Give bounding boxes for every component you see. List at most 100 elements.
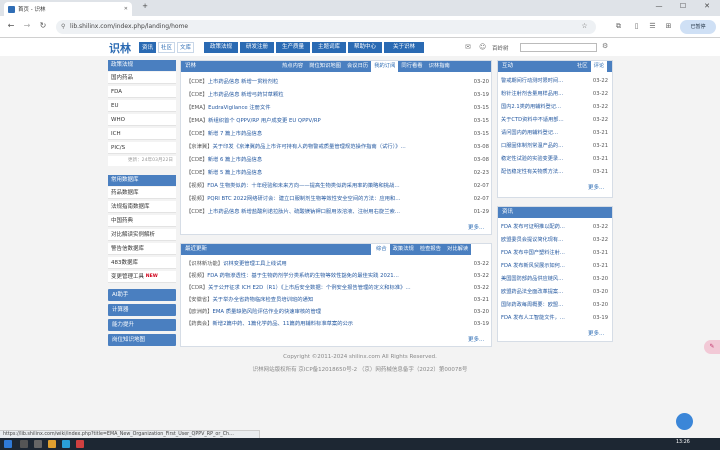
left-item-domestic[interactable]: 国内药品 [108, 72, 176, 84]
list-item[interactable]: 【EMA】EudraVigilance 注册文件 [186, 103, 458, 113]
left-item-warning-letter[interactable]: 警告信数据库 [108, 243, 176, 255]
recent-more-link[interactable]: 更多... [468, 335, 484, 343]
back-icon[interactable]: ← [6, 21, 16, 30]
list-item[interactable]: FDA 发布新风贸展示如何… [501, 261, 587, 272]
list-item[interactable]: 【CDE】上市药品信息 新增弓药甘草颗粒 [186, 90, 458, 100]
maximize-button[interactable]: ☐ [674, 2, 692, 10]
list-item[interactable]: 【CDR】关于公开征求 ICH E2D（R1）《上市后安全数据：个例安全报告管理… [186, 283, 458, 293]
list-item[interactable]: 【药典会】新增2篇中药、1篇化学药品、11篇药用辅料标准草案的公示 [186, 319, 458, 329]
settings-gear-icon[interactable]: ⚙ [602, 42, 608, 50]
windows-start-icon[interactable] [4, 440, 12, 448]
split-screen-icon[interactable]: ▯ [632, 22, 641, 31]
nav-rd[interactable]: 研发注册 [240, 42, 274, 53]
left-item-pharmacopoeia[interactable]: 中国药典 [108, 215, 176, 227]
tab-calendar[interactable]: 会议日历 [344, 61, 371, 72]
mail-icon[interactable]: ✉ [465, 43, 471, 51]
list-item[interactable]: 【CDE】新增 5 篇上市药品信息 [186, 168, 458, 178]
left-item-eu[interactable]: EU [108, 100, 176, 112]
header-tab-zixun[interactable]: 资讯 [139, 42, 156, 53]
skill-up-button[interactable]: 能力提升 [108, 319, 176, 331]
list-item[interactable]: 配伍稳定性有关物质方法… [501, 167, 587, 178]
list-item[interactable]: 国内2.1类药用辅料登记… [501, 102, 587, 113]
list-item[interactable]: 【视频】FDA 生物类似药：十年经验和未来方向——提高生物类似药采用率的策略和挑… [186, 181, 458, 191]
site-logo[interactable]: 识林 [109, 40, 131, 56]
nav-about[interactable]: 关于识林 [384, 42, 424, 53]
new-tab-button[interactable]: + [136, 2, 154, 10]
list-item[interactable]: 国际药政每周概要：欧盟… [501, 300, 587, 311]
list-item[interactable]: 【CDE】新增 6 篇上市药品信息 [186, 155, 458, 165]
left-group-db-title[interactable]: 常用数据库 [108, 175, 176, 186]
list-item[interactable]: 【京津冀】关于印发《京津冀药品上市许可持有人药物警戒质量管理规范操作指南（试行）… [186, 142, 458, 152]
header-tab-community[interactable]: 社区 [158, 42, 175, 53]
main-more-link[interactable]: 更多... [468, 223, 484, 231]
extensions-icon[interactable]: ⧉ [614, 22, 623, 31]
taskbar-app-icon[interactable] [34, 440, 42, 448]
recent-tab-policy[interactable]: 政策法规 [390, 244, 417, 255]
url-field[interactable]: ⚲ lib.shilinx.com/index.php/landing/home [56, 20, 596, 34]
header-tab-library[interactable]: 文库 [177, 42, 194, 53]
search-input[interactable] [520, 43, 597, 52]
list-item[interactable]: 【视频】PQRI BTC 2022网络研讨会：建立口服制剂生物等效性安全空间的方… [186, 194, 458, 204]
refresh-icon[interactable]: ↻ [38, 21, 48, 30]
left-item-pics[interactable]: PIC/S [108, 142, 176, 154]
list-item[interactable]: 稳定性试验的实验变更录… [501, 154, 587, 165]
interaction-tab-comments[interactable]: 评论 [590, 61, 608, 72]
forward-icon[interactable]: → [22, 21, 32, 30]
username[interactable]: 百岭树 [492, 44, 509, 52]
left-item-comparison[interactable]: 对比解读实例解析 [108, 229, 176, 241]
list-item[interactable]: 警戒期间行动测时限时间… [501, 76, 587, 87]
tab-subscriptions[interactable]: 我的订阅 [371, 61, 399, 72]
favorites-icon[interactable]: ☰ [648, 22, 657, 31]
list-item[interactable]: 请问国内药用辅料登记… [501, 128, 587, 139]
nav-help[interactable]: 帮助中心 [348, 42, 382, 53]
floating-chat-button[interactable] [676, 413, 693, 430]
list-item[interactable]: 【识林新功能】识林变更管理工具上线试用 [186, 259, 458, 269]
browser-tab[interactable]: 首页 - 识林 ✕ [4, 2, 132, 16]
list-item[interactable]: 【欧洲药】EMA 质量缺陷风险评估作业的快速审核的管理 [186, 307, 458, 317]
list-item[interactable]: 【CDE】新增 7 篇上市药品信息 [186, 129, 458, 139]
recent-tab-all[interactable]: 综合 [373, 244, 390, 255]
collections-icon[interactable]: ⊞ [664, 22, 673, 31]
list-item[interactable]: 【CDE】上市药品信息 新增盐酸利诺拉肽片、硫酸镁钠钾口服用浓溶液、注射用右旋兰… [186, 207, 458, 217]
ai-assistant-button[interactable]: AI助手 [108, 289, 176, 301]
nav-glossary[interactable]: 主题词库 [312, 42, 346, 53]
left-group-policy-title[interactable]: 政策法规 [108, 60, 176, 71]
taskbar-app2-icon[interactable] [76, 440, 84, 448]
tab-peers[interactable]: 同行看看 [398, 61, 425, 72]
list-item[interactable]: 欧盟药品法全面改革提案… [501, 287, 587, 298]
interaction-tab-community[interactable]: 社区 [574, 61, 591, 72]
list-item[interactable]: 【CDE】上市药品信息 新增一贯粉剂粒 [186, 77, 458, 87]
list-item[interactable]: 关于CTD资料中不适用部… [501, 115, 587, 126]
taskbar-search-icon[interactable] [20, 440, 28, 448]
list-item[interactable]: 欧盟委员会提议简化现有… [501, 235, 587, 246]
tab-hot[interactable]: 热点内容 [279, 61, 306, 72]
knowledge-map-button[interactable]: 岗位知识地图 [108, 334, 176, 346]
list-item[interactable]: 【视频】FDA 药物渗透性：基于生物药剂学分类系统的生物等效性豁免的最佳实践 2… [186, 271, 458, 281]
list-item[interactable]: FDA 发布可证明推以配药… [501, 222, 587, 233]
left-item-483[interactable]: 483数据库 [108, 257, 176, 269]
news-more-link[interactable]: 更多... [588, 329, 604, 337]
left-item-change-tool[interactable]: 变更管理工具 NEW [108, 271, 176, 283]
left-item-ich[interactable]: ICH [108, 128, 176, 140]
list-item[interactable]: 【安徽省】关于举办全省药物临床检查员培训班的通知 [186, 295, 458, 305]
taskbar-edge-icon[interactable] [62, 440, 70, 448]
nav-production[interactable]: 生产质量 [276, 42, 310, 53]
list-item[interactable]: FDA 发布人工智能文件，… [501, 313, 587, 324]
list-item[interactable]: 口服固体制剂常温产品的… [501, 141, 587, 152]
list-item[interactable]: 粉针注射剂含量用样品用… [501, 89, 587, 100]
taskbar-folder-icon[interactable] [48, 440, 56, 448]
close-window-button[interactable]: ✕ [698, 2, 716, 10]
left-item-fda[interactable]: FDA [108, 86, 176, 98]
tab-guide[interactable]: 识林指南 [426, 61, 453, 72]
profile-button[interactable]: 已暂停 [680, 20, 716, 34]
left-item-who[interactable]: WHO [108, 114, 176, 126]
left-item-guideline-db[interactable]: 法规指南数据库 [108, 201, 176, 213]
recent-tab-compare[interactable]: 对比解读 [444, 244, 471, 255]
recent-tab-inspection[interactable]: 检查报告 [417, 244, 444, 255]
list-item[interactable]: FDA 发布中国产塑料注射… [501, 248, 587, 259]
calculator-button[interactable]: 计算器 [108, 304, 176, 316]
tab-knowledge-map[interactable]: 岗位知识地图 [306, 61, 344, 72]
left-item-drug-db[interactable]: 药品数据库 [108, 187, 176, 199]
side-helper-icon[interactable]: ✎ [704, 340, 720, 354]
list-item[interactable]: 【EMA】新组织首个 QPPV/RP 用户成变更 EU QPPV/RP [186, 116, 458, 126]
